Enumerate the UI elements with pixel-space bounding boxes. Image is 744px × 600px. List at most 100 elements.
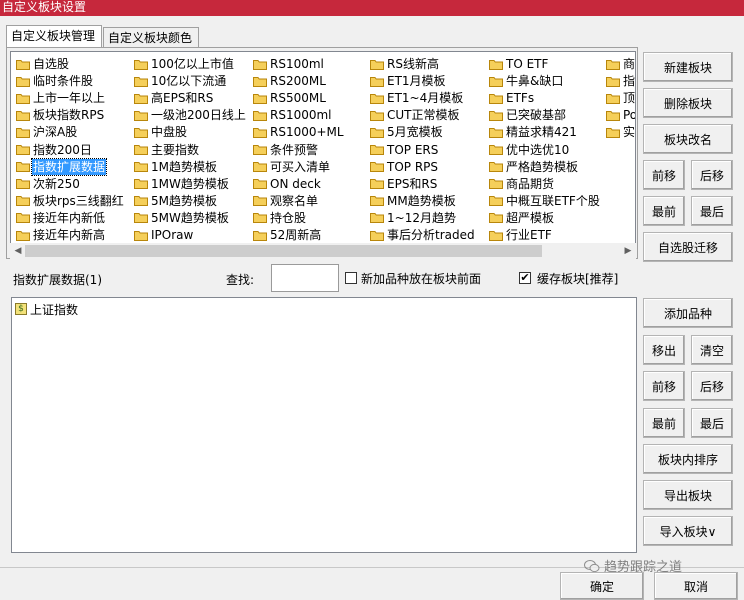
block-item[interactable]: 5M趋势模板 <box>134 193 218 209</box>
block-item[interactable]: 一级池200日线上 <box>134 107 247 123</box>
block-item[interactable]: 主要指数 <box>134 142 200 158</box>
new-block-button[interactable]: 新建板块 <box>643 52 733 82</box>
block-item[interactable]: 临时条件股 <box>16 73 94 89</box>
folder-icon <box>253 93 267 104</box>
rename-block-button[interactable]: 板块改名 <box>643 124 733 154</box>
block-list[interactable]: 自选股 临时条件股 上市一年以上板块指数RPS 沪深A股指数200日 指数扩展数据 次新2… <box>10 51 636 247</box>
block-item[interactable]: 条件预警 <box>253 142 319 158</box>
block-item[interactable]: 指数 <box>606 73 635 89</box>
block-item[interactable]: 超严模板 <box>489 210 555 226</box>
block-item[interactable]: 可买入清单 <box>253 159 331 175</box>
block-item[interactable]: EPS和RS <box>370 176 438 192</box>
window-title: 自定义板块设置 <box>0 0 744 16</box>
block-item[interactable]: RS500ML <box>253 90 327 106</box>
folder-icon <box>134 178 148 190</box>
block-item[interactable]: 板块指数RPS <box>16 107 105 123</box>
search-input[interactable] <box>271 264 339 292</box>
folder-icon <box>16 110 30 121</box>
block-item[interactable]: IPOraw <box>134 227 194 243</box>
cache-checkbox[interactable]: ✔ <box>519 272 531 284</box>
block-item-label: 板块指数RPS <box>33 108 105 123</box>
block-item[interactable]: 观察名单 <box>253 193 319 209</box>
tab-block-color[interactable]: 自定义板块颜色 <box>103 27 199 47</box>
block-item[interactable]: 行业ETF <box>489 227 553 243</box>
export-block-button[interactable]: 导出板块 <box>643 480 733 510</box>
block-item[interactable]: 已突破基部 <box>489 107 567 123</box>
block-item[interactable]: 中概互联ETF个股 <box>489 193 601 209</box>
block-item[interactable]: 沪深A股 <box>16 124 78 140</box>
block-item[interactable]: 精益求精421 <box>489 124 578 140</box>
migrate-watchlist-button[interactable]: 自选股迁移 <box>643 232 733 262</box>
block-item[interactable]: 次新250 <box>16 176 81 192</box>
block-item[interactable]: 接近年内新高 <box>16 227 106 243</box>
block-item[interactable]: 5月宽模板 <box>370 124 444 140</box>
block-item[interactable]: 1MW趋势模板 <box>134 176 230 192</box>
move-last-button[interactable]: 最后 <box>691 196 733 226</box>
sort-in-block-button[interactable]: 板块内排序 <box>643 444 733 474</box>
block-item[interactable]: 商品 <box>606 56 635 72</box>
block-item[interactable]: 100亿以上市值 <box>134 56 235 72</box>
item-first-button[interactable]: 最前 <box>643 408 685 438</box>
add-front-checkbox[interactable] <box>345 272 357 284</box>
move-backward-button[interactable]: 后移 <box>691 160 733 190</box>
block-item[interactable]: 指数200日 <box>16 142 93 158</box>
add-item-button[interactable]: 添加品种 <box>643 298 733 328</box>
clear-button[interactable]: 清空 <box>691 335 733 365</box>
cancel-button[interactable]: 取消 <box>654 572 738 600</box>
import-block-button[interactable]: 导入板块∨ <box>643 516 733 546</box>
block-item[interactable]: 顶部 <box>606 90 635 106</box>
block-item[interactable]: ON deck <box>253 176 322 192</box>
block-item[interactable]: 持仓股 <box>253 210 307 226</box>
stock-list[interactable]: $ 上证指数 <box>11 297 637 553</box>
block-item[interactable]: 接近年内新低 <box>16 210 106 226</box>
move-first-button[interactable]: 最前 <box>643 196 685 226</box>
scrollbar-thumb[interactable] <box>25 245 542 257</box>
block-item[interactable]: TOP RPS <box>370 159 439 175</box>
block-item[interactable]: 实盘 <box>606 124 635 140</box>
horizontal-scrollbar[interactable]: ◀ ▶ <box>10 243 636 259</box>
block-item[interactable]: 中盘股 <box>134 124 188 140</box>
block-item[interactable]: 1~12月趋势 <box>370 210 457 226</box>
block-item[interactable]: 商品期货 <box>489 176 555 192</box>
block-item[interactable]: RS1000ml <box>253 107 333 123</box>
block-item[interactable]: 指数扩展数据 <box>16 157 108 176</box>
block-item[interactable]: RS200ML <box>253 73 327 89</box>
ok-button[interactable]: 确定 <box>560 572 644 600</box>
tab-block-management[interactable]: 自定义板块管理 <box>6 25 102 47</box>
block-item[interactable]: 自选股 <box>16 56 70 72</box>
block-item[interactable]: TOP ERS <box>370 142 439 158</box>
block-item[interactable]: MM趋势模板 <box>370 193 457 209</box>
item-forward-button[interactable]: 前移 <box>643 371 685 401</box>
block-item-label: 100亿以上市值 <box>151 57 234 71</box>
scroll-left-icon[interactable]: ◀ <box>10 243 26 259</box>
delete-block-button[interactable]: 删除板块 <box>643 88 733 118</box>
block-item[interactable]: 10亿以下流通 <box>134 73 227 89</box>
block-item[interactable]: CUT正常模板 <box>370 107 461 123</box>
item-backward-button[interactable]: 后移 <box>691 371 733 401</box>
block-item[interactable]: ET1月模板 <box>370 73 447 89</box>
block-item[interactable]: 牛鼻&缺口 <box>489 73 564 89</box>
scroll-right-icon[interactable]: ▶ <box>620 243 636 259</box>
remove-item-button[interactable]: 移出 <box>643 335 685 365</box>
block-item[interactable]: 高EPS和RS <box>134 90 214 106</box>
block-item[interactable]: 5MW趋势模板 <box>134 210 230 226</box>
block-item-label: 中盘股 <box>151 125 188 140</box>
block-item[interactable]: 52周新高 <box>253 227 322 243</box>
block-item-label: CUT正常模板 <box>387 108 460 123</box>
block-item[interactable]: Pow <box>606 107 635 123</box>
block-item[interactable]: ETFs <box>489 90 535 106</box>
item-last-button[interactable]: 最后 <box>691 408 733 438</box>
block-item[interactable]: ET1~4月模板 <box>370 90 464 106</box>
block-item[interactable]: 板块rps三线翻红 <box>16 193 125 209</box>
block-item[interactable]: 优中选优10 <box>489 142 570 158</box>
block-item[interactable]: 严格趋势模板 <box>489 159 579 175</box>
block-item[interactable]: 1M趋势模板 <box>134 159 218 175</box>
block-item[interactable]: 上市一年以上 <box>16 90 106 106</box>
block-item[interactable]: RS1000+ML <box>253 124 345 140</box>
move-forward-button[interactable]: 前移 <box>643 160 685 190</box>
block-item[interactable]: 事后分析traded <box>370 227 476 243</box>
block-item[interactable]: RS100ml <box>253 56 325 72</box>
block-item[interactable]: RS线新高 <box>370 56 440 72</box>
block-item[interactable]: TO ETF <box>489 56 549 72</box>
list-item[interactable]: $ 上证指数 <box>15 301 78 317</box>
